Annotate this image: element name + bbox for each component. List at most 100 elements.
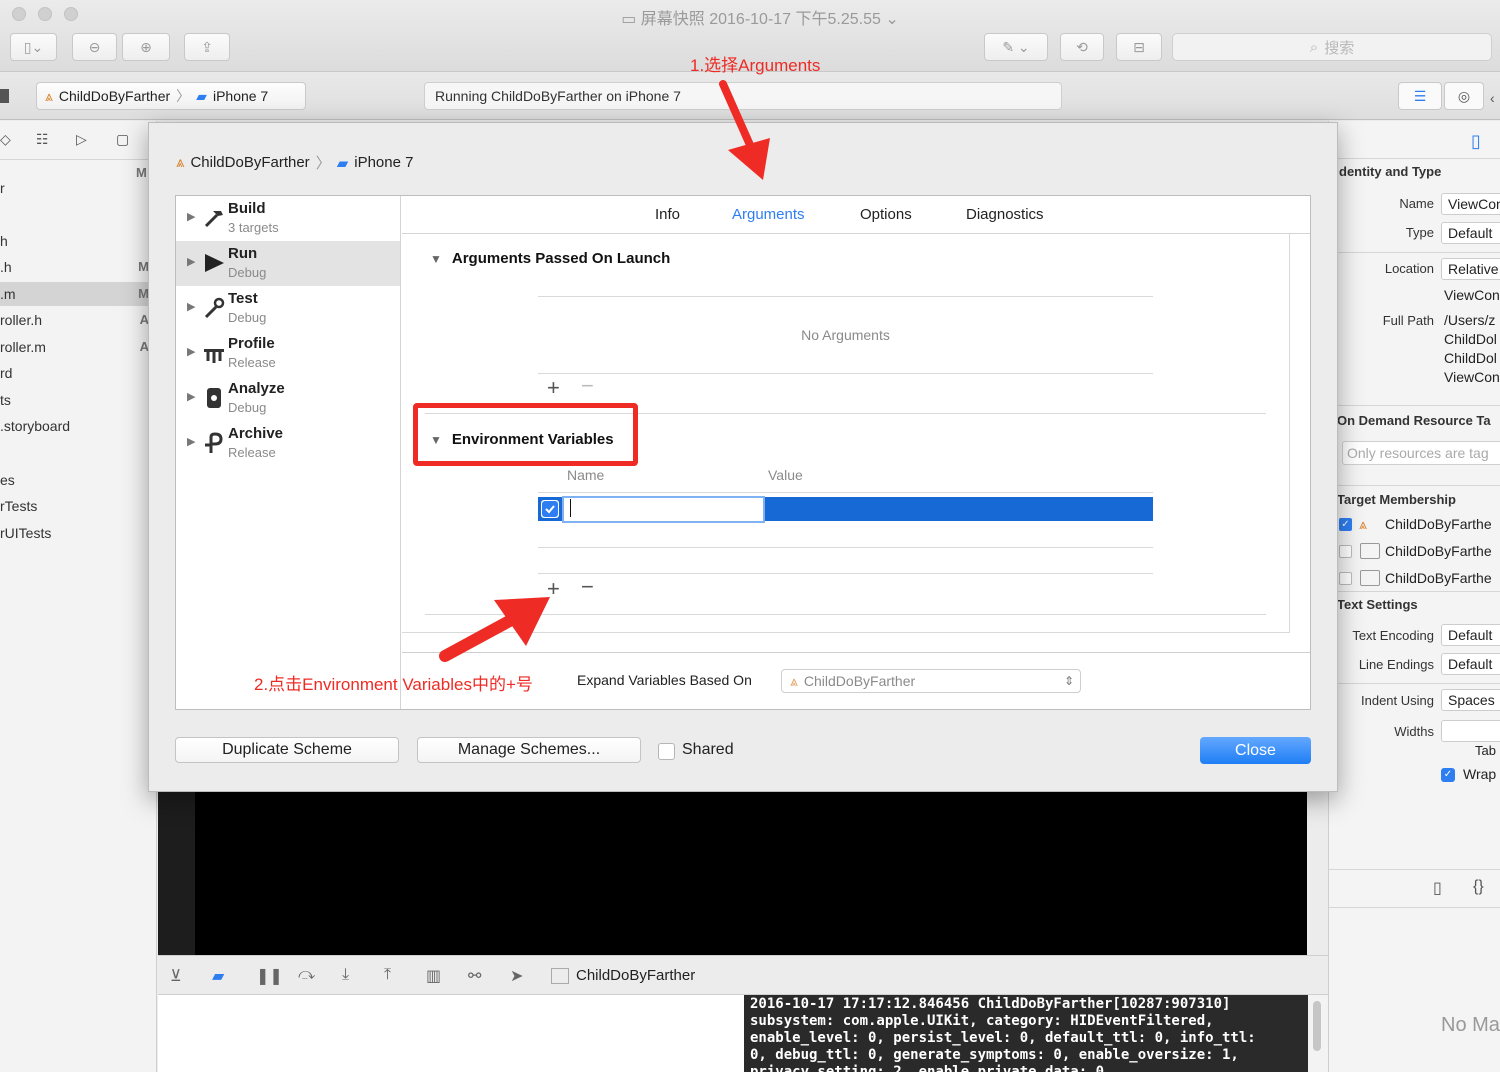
- minimize-window-button[interactable]: [38, 7, 52, 21]
- navigator-file-item[interactable]: ts: [0, 388, 157, 412]
- env-name-column-header[interactable]: Name: [567, 467, 604, 483]
- disclosure-triangle-icon[interactable]: ▶: [187, 210, 195, 223]
- navigator-file-label: .storyboard: [0, 418, 71, 434]
- hide-debug-area-icon[interactable]: ⊻: [170, 966, 190, 986]
- step-into-icon[interactable]: ⤓: [342, 966, 362, 986]
- editor-assistant-button[interactable]: ◎: [1444, 82, 1484, 110]
- env-value-column-header[interactable]: Value: [768, 467, 803, 483]
- zoom-out-button[interactable]: ⊖: [72, 33, 117, 61]
- chevron-down-icon: ⌄: [880, 11, 899, 28]
- navigator-file-item[interactable]: roller.h A: [0, 308, 157, 332]
- debug-target-label: ChildDoByFarther: [576, 967, 696, 984]
- type-popup[interactable]: Default: [1441, 222, 1500, 244]
- breadcrumb-project[interactable]: ChildDoByFarther: [190, 154, 309, 171]
- disclosure-triangle-icon[interactable]: ▶: [187, 345, 195, 358]
- breakpoints-icon[interactable]: ▰: [212, 966, 232, 986]
- file-inspector-icon[interactable]: ▯: [1471, 131, 1481, 152]
- close-window-button[interactable]: [12, 7, 26, 21]
- encoding-popup[interactable]: Default: [1441, 624, 1500, 646]
- action-run[interactable]: ▶ Run Debug: [176, 241, 400, 286]
- action-build[interactable]: ▶ Build 3 targets: [176, 196, 400, 241]
- full-path-line: ChildDol: [1444, 331, 1497, 347]
- action-profile[interactable]: ▶ Profile Release: [176, 331, 400, 376]
- odr-tags-field[interactable]: Only resources are tag: [1342, 441, 1500, 465]
- line-endings-popup[interactable]: Default: [1441, 653, 1500, 675]
- code-snippet-icon[interactable]: {}: [1473, 878, 1484, 896]
- disclosure-triangle-icon[interactable]: ▶: [187, 390, 195, 403]
- device-icon: ▰: [196, 87, 207, 104]
- wrap-checkbox[interactable]: ✓: [1441, 768, 1455, 782]
- zoom-in-button[interactable]: ⊕: [122, 33, 170, 61]
- editor-standard-button[interactable]: ☰: [1398, 82, 1442, 110]
- tab-options[interactable]: Options: [860, 206, 912, 223]
- scroll-thumb[interactable]: [1313, 1001, 1321, 1051]
- issue-icon[interactable]: ◇: [0, 131, 11, 148]
- action-test[interactable]: ▶ Test Debug: [176, 286, 400, 331]
- disclosure-triangle-icon[interactable]: ▶: [187, 255, 195, 268]
- tab-info[interactable]: Info: [655, 206, 680, 223]
- chevron-left-icon[interactable]: ‹: [1490, 90, 1495, 106]
- breadcrumb-device[interactable]: iPhone 7: [354, 154, 413, 171]
- navigator-file-item[interactable]: es: [0, 468, 157, 492]
- navigator-file-item[interactable]: r: [0, 176, 157, 200]
- disclosure-triangle-icon[interactable]: ▼: [430, 252, 442, 266]
- view-hierarchy-icon[interactable]: ▥: [426, 966, 446, 986]
- env-enable-checkbox[interactable]: [541, 500, 559, 518]
- name-field[interactable]: ViewCon: [1441, 193, 1500, 215]
- console-scrollbar[interactable]: [1308, 995, 1328, 1072]
- manage-schemes-button[interactable]: Manage Schemes...: [417, 737, 641, 763]
- file-template-icon[interactable]: ▯: [1433, 878, 1442, 898]
- env-name-input[interactable]: [562, 496, 765, 523]
- close-button[interactable]: Close: [1200, 737, 1311, 764]
- comment-icon[interactable]: ▢: [116, 131, 129, 148]
- add-argument-button[interactable]: +: [547, 375, 560, 401]
- remove-argument-button[interactable]: −: [581, 373, 594, 399]
- sidebar-toggle-button[interactable]: ▯⌄: [10, 33, 57, 61]
- full-path-line: ChildDol: [1444, 350, 1497, 366]
- remove-env-variable-button[interactable]: −: [581, 574, 594, 600]
- membership-checkbox[interactable]: [1339, 545, 1352, 558]
- action-archive[interactable]: ▶ Archive Release: [176, 421, 400, 466]
- add-env-variable-button[interactable]: +: [547, 576, 560, 602]
- toolbox-button[interactable]: ⊟: [1116, 33, 1162, 61]
- list-icon[interactable]: ☷: [36, 131, 49, 148]
- navigator-file-item[interactable]: roller.m A: [0, 335, 157, 359]
- disclosure-triangle-icon[interactable]: ▶: [187, 300, 195, 313]
- location-icon[interactable]: ➤: [510, 966, 530, 986]
- widths-field[interactable]: [1441, 720, 1500, 742]
- step-over-icon[interactable]: ⤼: [298, 966, 318, 986]
- navigator-file-item[interactable]: .h M: [0, 255, 157, 279]
- memory-graph-icon[interactable]: ⚯: [468, 966, 488, 986]
- pause-icon[interactable]: ❚❚: [256, 966, 283, 986]
- duplicate-scheme-button[interactable]: Duplicate Scheme: [175, 737, 399, 763]
- navigator-file-item[interactable]: rd: [0, 361, 157, 385]
- arguments-section-header[interactable]: ▼ Arguments Passed On Launch: [430, 250, 670, 267]
- stop-icon[interactable]: [0, 89, 9, 103]
- document-icon: ▭: [621, 11, 641, 28]
- zoom-window-button[interactable]: [64, 7, 78, 21]
- navigator-file-item[interactable]: .m M: [0, 282, 157, 306]
- navigator-file-item[interactable]: .storyboard: [0, 414, 157, 438]
- step-out-icon[interactable]: ⤒: [384, 966, 404, 986]
- navigator-file-item[interactable]: rTests: [0, 494, 157, 518]
- tab-arguments[interactable]: Arguments: [732, 206, 805, 223]
- membership-checkbox[interactable]: ✓: [1339, 518, 1352, 531]
- search-input[interactable]: ⌕ 搜索: [1172, 33, 1492, 61]
- markup-button[interactable]: ✎ ⌄: [984, 33, 1048, 61]
- action-analyze[interactable]: ▶ Analyze Debug: [176, 376, 400, 421]
- navigator-file-item[interactable]: [0, 202, 157, 226]
- scheme-selector[interactable]: ⩓ ChildDoByFarther 〉 ▰ iPhone 7: [36, 82, 306, 110]
- navigator-file-item[interactable]: rUITests: [0, 521, 157, 545]
- rotate-button[interactable]: ⟲: [1060, 33, 1104, 61]
- shared-checkbox[interactable]: [658, 743, 675, 760]
- expand-variables-popup[interactable]: ⩓ ChildDoByFarther ⇕: [781, 669, 1081, 693]
- navigator-file-item[interactable]: h: [0, 229, 157, 253]
- share-button[interactable]: ⇪: [184, 33, 230, 61]
- location-popup[interactable]: Relative: [1441, 258, 1500, 280]
- tab-diagnostics[interactable]: Diagnostics: [966, 206, 1044, 223]
- indent-popup[interactable]: Spaces: [1441, 689, 1500, 711]
- pen-icon: ✎ ⌄: [1002, 38, 1030, 55]
- disclosure-triangle-icon[interactable]: ▶: [187, 435, 195, 448]
- membership-checkbox[interactable]: [1339, 572, 1352, 585]
- tag-icon[interactable]: ▷: [76, 131, 87, 148]
